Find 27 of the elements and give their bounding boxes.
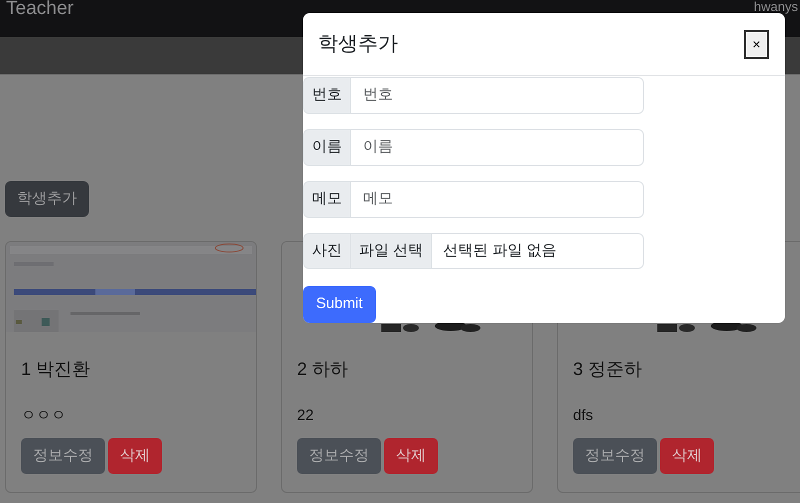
card-title: 1 박진환 — [21, 358, 92, 380]
field-label: 사진 — [303, 233, 351, 269]
card-memo: 22 — [297, 406, 315, 426]
user-name[interactable]: hwanys — [754, 0, 798, 13]
field-label: 번호 — [303, 77, 351, 114]
card-title: 3 정준하 — [573, 358, 644, 380]
field-label: 이름 — [303, 129, 351, 166]
delete-button[interactable]: 삭제 — [108, 438, 162, 474]
field-label: 메모 — [303, 181, 351, 218]
delete-button[interactable]: 삭제 — [660, 438, 714, 474]
edit-button[interactable]: 정보수정 — [21, 438, 105, 474]
file-input-field[interactable]: 선택된 파일 없음 — [431, 233, 644, 269]
card-memo: dfs — [573, 406, 594, 426]
edit-button[interactable]: 정보수정 — [297, 438, 381, 474]
choose-file-button[interactable]: 파일 선택 — [350, 233, 432, 269]
card-title: 2 하하 — [297, 358, 350, 380]
brand-title[interactable]: Teacher — [6, 0, 74, 20]
modal-title: 학생추가 — [318, 32, 398, 56]
add-student-button[interactable]: 학생추가 — [5, 181, 89, 217]
edit-button[interactable]: 정보수정 — [573, 438, 657, 474]
input-field[interactable]: 이름 — [350, 129, 644, 166]
card-memo: ㅇㅇㅇ — [21, 406, 67, 426]
delete-button[interactable]: 삭제 — [384, 438, 438, 474]
close-button[interactable]: × — [744, 30, 769, 58]
input-field[interactable]: 번호 — [350, 77, 644, 114]
input-field[interactable]: 메모 — [350, 181, 644, 218]
submit-button[interactable]: Submit — [303, 286, 376, 323]
